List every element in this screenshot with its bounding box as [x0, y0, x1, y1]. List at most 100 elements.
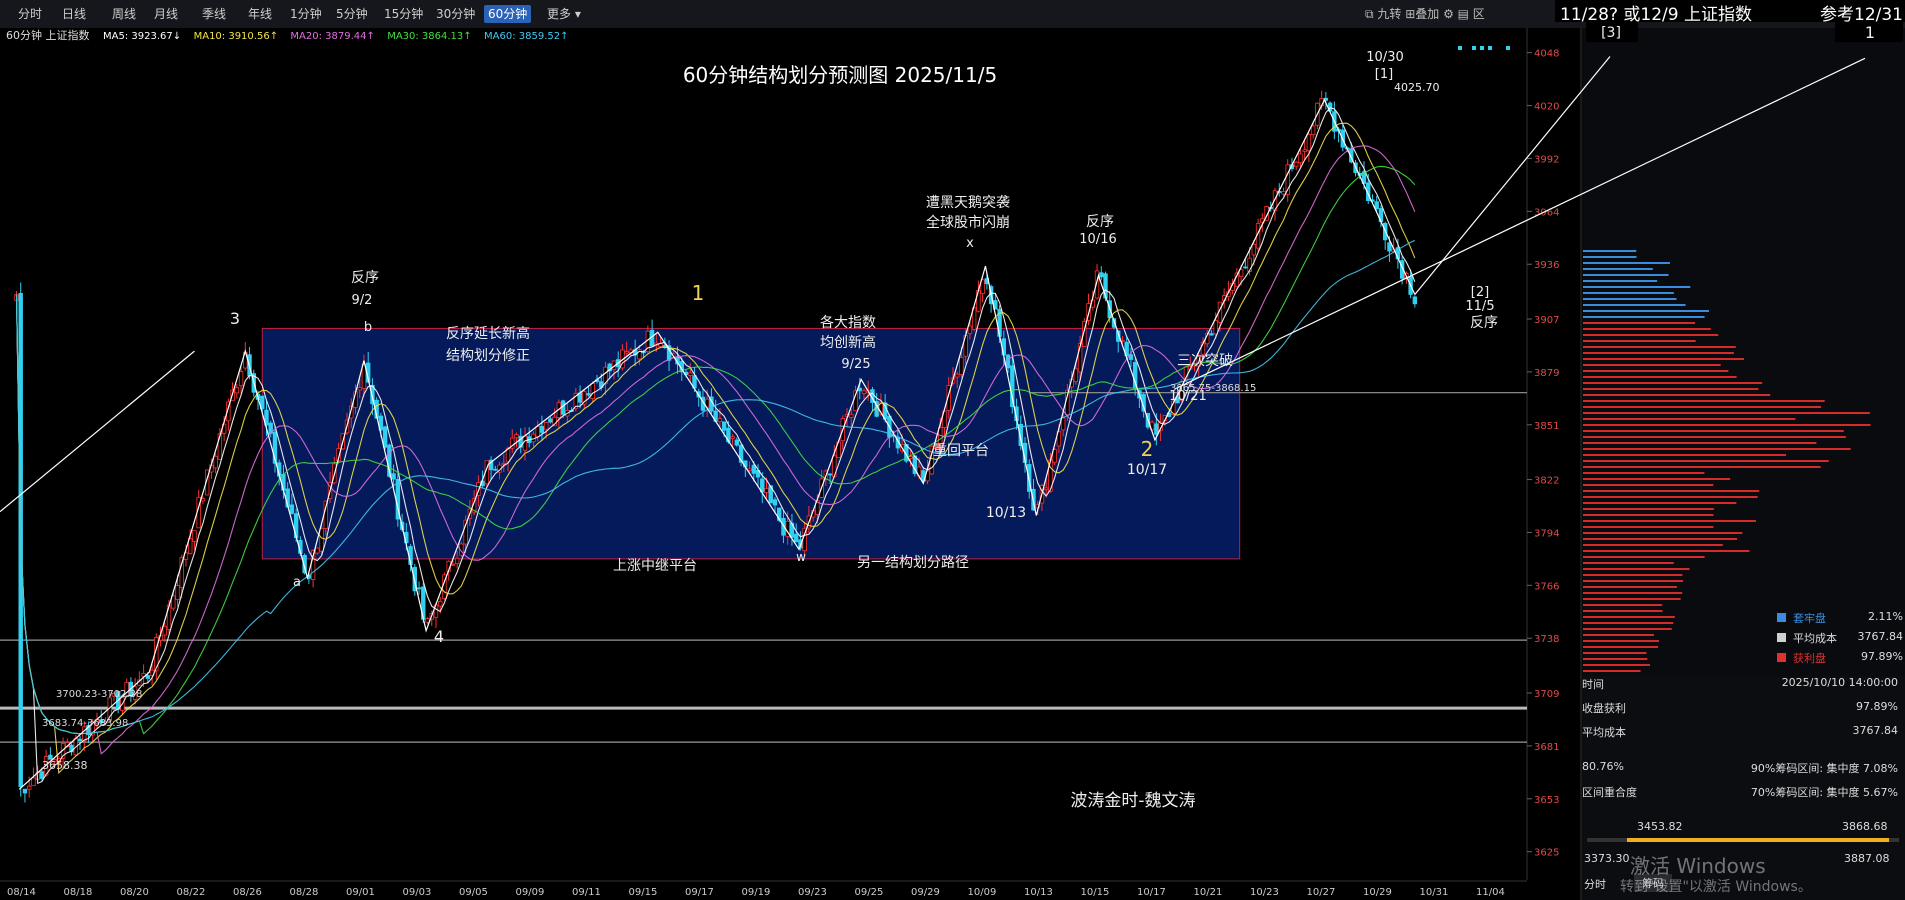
annotation-date-115: 11/5	[1465, 299, 1494, 314]
x-tick-label: 09/19	[742, 887, 771, 898]
indicator-dot	[1458, 46, 1462, 50]
annotation-date-1030: 10/30	[1366, 50, 1403, 65]
candle-body	[31, 777, 36, 787]
chip-bar	[1583, 610, 1663, 612]
chip-info-value: 97.89%	[1856, 700, 1898, 713]
chip-bar	[1583, 556, 1705, 558]
annotation-reverse-1016: 反序	[1086, 214, 1114, 230]
chip-bar	[1583, 298, 1677, 300]
chip-info-label: 区间重合度	[1582, 786, 1637, 799]
chip-bar	[1583, 604, 1663, 606]
candle-body	[514, 434, 519, 439]
chip-legend-item: 平均成本 3767.84	[1775, 630, 1903, 646]
chart-title: 60分钟结构划分预测图 2025/11/5	[683, 63, 997, 87]
chip-bar	[1583, 340, 1696, 342]
candle-body	[238, 371, 244, 387]
chip-bar	[1583, 574, 1683, 576]
annotation-date-92: 9/2	[352, 293, 373, 308]
candle-body	[624, 351, 629, 354]
candle-body	[1060, 417, 1066, 431]
candle-body	[543, 422, 549, 430]
ma-header-item: MA30: 3864.13↑	[387, 31, 471, 42]
legend-name: 平均成本	[1793, 632, 1837, 645]
chip-bar	[1583, 280, 1658, 282]
y-tick-label: 3681	[1534, 742, 1559, 753]
y-tick-label: 3851	[1534, 421, 1559, 432]
legend-name: 套牢盘	[1793, 612, 1826, 625]
candle-body	[1298, 153, 1303, 164]
y-tick-label: 3822	[1534, 476, 1559, 487]
x-tick-label: 09/29	[911, 887, 940, 898]
chip-bar	[1583, 568, 1690, 570]
y-tick-label: 3738	[1534, 634, 1559, 645]
chip-bar	[1583, 442, 1817, 444]
annotation-reverse-92: 反序	[351, 270, 379, 286]
legend-swatch	[1777, 653, 1786, 662]
chip-bar	[1583, 490, 1760, 492]
y-tick-label: 3907	[1534, 315, 1559, 326]
candle-body	[1073, 368, 1079, 383]
chip-bar	[1583, 640, 1659, 642]
chip-bar	[1583, 616, 1675, 618]
candle-body	[26, 785, 32, 790]
y-tick-label: 3766	[1534, 581, 1559, 592]
candle-body	[751, 464, 756, 474]
chip-bar	[1583, 424, 1871, 426]
x-tick-label: 08/28	[290, 887, 319, 898]
ma-header-item: MA5: 3923.67↓	[103, 31, 181, 42]
candle-body	[22, 788, 28, 794]
candle-body	[192, 530, 197, 542]
x-tick-label: 10/17	[1137, 887, 1166, 898]
chip-bar	[1583, 538, 1738, 540]
chip-bar	[1583, 304, 1686, 306]
candle-body	[357, 387, 362, 391]
y-tick-label: 3964	[1534, 207, 1559, 218]
x-tick-label: 10/31	[1420, 887, 1449, 898]
legend-name: 获利盘	[1793, 652, 1826, 665]
candle-body	[77, 738, 83, 742]
chip-bar	[1583, 520, 1756, 522]
chip-bar	[1583, 670, 1641, 672]
x-tick-label: 09/23	[798, 887, 827, 898]
y-tick-label: 3653	[1534, 795, 1559, 806]
y-tick-label: 4048	[1534, 49, 1559, 60]
candle-body	[1302, 149, 1307, 152]
chip-bar	[1583, 310, 1710, 312]
chip-bar	[1583, 646, 1659, 648]
chip-info-row: 收盘获利 97.89%	[1582, 700, 1902, 720]
chip-bar	[1583, 622, 1674, 624]
chip-info-label: 时间	[1582, 678, 1604, 691]
candle-body	[391, 473, 396, 480]
chip-info-value: 90%筹码区间: 集中度 7.08%	[1750, 762, 1898, 775]
candle-body	[1251, 243, 1257, 256]
bottom-right-value: 3887.08	[1844, 852, 1890, 865]
candle-body	[861, 390, 867, 394]
candle-body	[145, 675, 151, 679]
chip-info-row: 时间 2025/10/10 14:00:00	[1582, 676, 1902, 696]
candle-body	[959, 357, 964, 375]
tab-timeshare[interactable]: 分时	[1584, 876, 1606, 892]
annotation-extension: 反序延长新高	[446, 325, 530, 342]
chip-bar	[1583, 376, 1737, 378]
chip-bar	[1583, 502, 1737, 504]
candle-body	[1306, 134, 1312, 152]
candle-body	[849, 413, 854, 418]
chip-bar	[1583, 628, 1672, 630]
chip-info-label: 平均成本	[1582, 726, 1626, 739]
candle-body	[382, 426, 388, 448]
x-tick-label: 08/20	[120, 887, 149, 898]
wave-label-3: 3	[230, 309, 240, 328]
wave-label-bracket-1: [1]	[1375, 67, 1393, 82]
annotation-low-value: 3658.38	[42, 759, 88, 772]
candle-body	[1281, 191, 1286, 195]
x-tick-label: 10/29	[1363, 887, 1392, 898]
chip-info-value: 70%筹码区间: 集中度 5.67%	[1750, 786, 1898, 799]
x-tick-label: 09/03	[403, 887, 432, 898]
candle-body	[1043, 487, 1049, 490]
y-tick-label: 4020	[1534, 102, 1559, 113]
candle-body	[955, 373, 960, 378]
legend-value: 2.11%	[1868, 610, 1903, 623]
chip-bar	[1583, 334, 1719, 336]
candle-body	[1213, 320, 1218, 335]
chip-legend: 套牢盘 2.11% 平均成本 3767.84 获利盘 97.89%	[1775, 610, 1905, 670]
